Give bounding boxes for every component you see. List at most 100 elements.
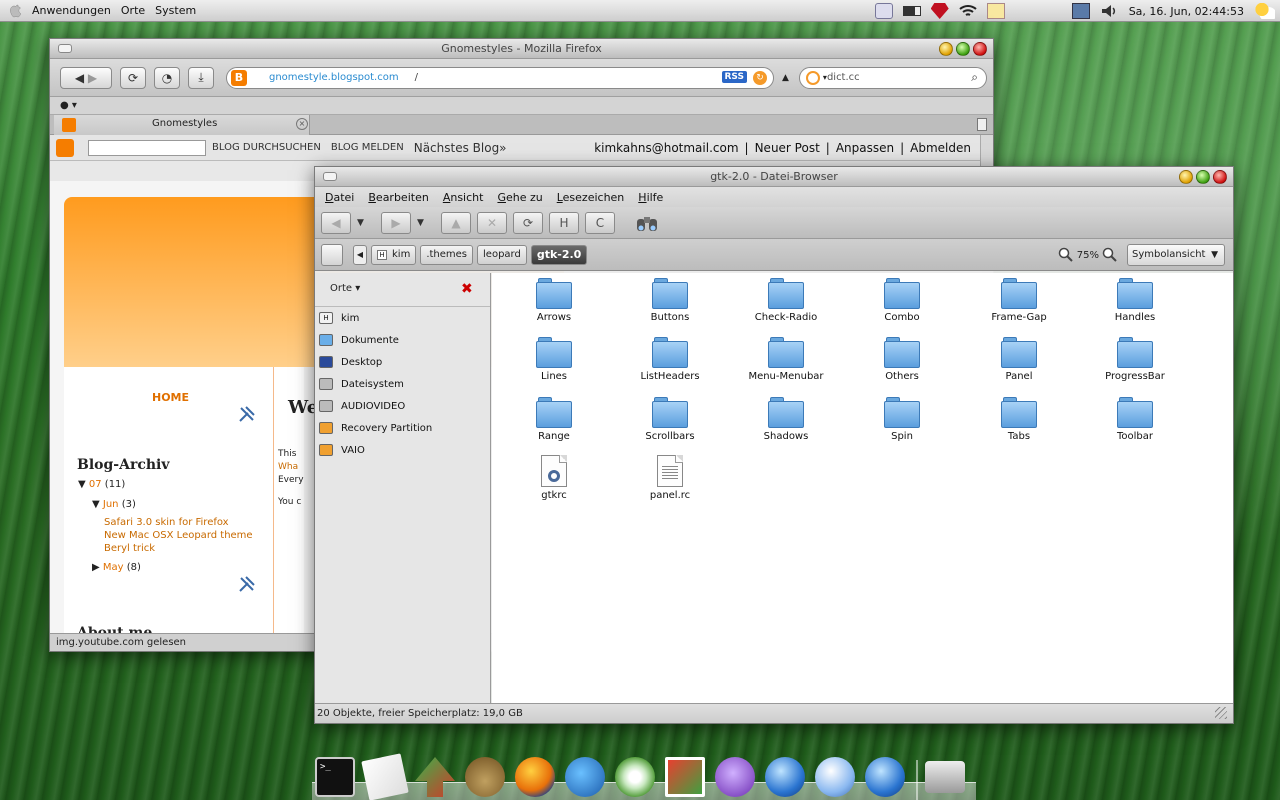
maximize-button[interactable] <box>956 42 970 56</box>
tab-close-icon[interactable]: × <box>296 118 308 130</box>
up-button[interactable]: ▲ <box>441 211 471 234</box>
notes-icon[interactable] <box>986 3 1005 19</box>
wrench-icon[interactable] <box>238 575 256 593</box>
dock-item-messenger[interactable] <box>562 754 608 800</box>
menu-bookmarks[interactable]: Lesezeichen <box>557 191 625 204</box>
network-icon[interactable] <box>1071 3 1090 19</box>
firefox-titlebar[interactable]: Gnomestyles - Mozilla Firefox <box>50 39 993 59</box>
minimize-button[interactable] <box>939 42 953 56</box>
sign-out-link[interactable]: Abmelden <box>910 141 971 155</box>
folder-item[interactable]: ProgressBar <box>1080 336 1190 382</box>
reload-button[interactable]: ⟳ <box>120 66 146 89</box>
window-menu-button[interactable] <box>58 44 72 53</box>
url-text[interactable]: gnomestyle.blogspot.com <box>269 72 399 83</box>
folder-item[interactable]: Panel <box>964 336 1074 382</box>
folder-item[interactable]: Range <box>499 396 609 442</box>
folder-item[interactable]: Menu-Menubar <box>731 336 841 382</box>
breadcrumb-kim[interactable]: Hkim <box>371 244 417 265</box>
file-item[interactable]: panel.rc <box>615 455 725 501</box>
folder-item[interactable]: ListHeaders <box>615 336 725 382</box>
folder-item[interactable]: Combo <box>847 277 957 323</box>
next-blog-link[interactable]: Nächstes Blog» <box>414 141 507 155</box>
search-box[interactable]: ▾ dict.cc ⌕ <box>798 66 987 89</box>
zoom-out-icon[interactable] <box>1058 247 1074 263</box>
path-left-arrow-icon[interactable]: ◀ <box>353 244 367 265</box>
clipboard-icon[interactable] <box>874 3 893 19</box>
breadcrumb-gtk-2-0[interactable]: gtk-2.0 <box>530 244 588 265</box>
search-icon[interactable]: ⌕ <box>971 70 978 85</box>
sidebar-item-dokumente[interactable]: Dokumente <box>315 329 490 351</box>
sidebar-item-recovery[interactable]: Recovery Partition <box>315 417 490 439</box>
post-link[interactable]: New Mac OSX Leopard theme <box>104 530 253 541</box>
menu-view[interactable]: Ansicht <box>443 191 484 204</box>
file-item[interactable]: gtkrc <box>499 455 609 501</box>
menu-system[interactable]: System <box>155 4 196 17</box>
close-sidebar-icon[interactable]: ✖ <box>461 281 473 297</box>
folder-item[interactable]: Frame-Gap <box>964 277 1074 323</box>
menu-file[interactable]: Datei <box>325 191 354 204</box>
sidebar-item-audiovideo[interactable]: AUDIOVIDEO <box>315 395 490 417</box>
folder-item[interactable]: Handles <box>1080 277 1190 323</box>
search-input[interactable]: dict.cc <box>827 72 860 83</box>
menu-edit[interactable]: Bearbeiten <box>368 191 428 204</box>
back-button[interactable]: ◀ <box>321 211 351 234</box>
wrench-icon[interactable] <box>238 405 256 423</box>
archive-year-row[interactable]: ▼ 07 (11) <box>78 479 125 490</box>
reload-button[interactable]: ⟳ <box>513 211 543 234</box>
menu-applications[interactable]: Anwendungen <box>32 4 111 17</box>
resize-grip-icon[interactable] <box>1215 707 1227 719</box>
battery-icon[interactable] <box>902 6 921 16</box>
folder-item[interactable]: Toolbar <box>1080 396 1190 442</box>
dock-item-music-player[interactable] <box>612 754 658 800</box>
window-menu-button[interactable] <box>323 172 337 181</box>
archive-month-row[interactable]: ▼ Jun (3) <box>92 499 136 510</box>
dock-item-gimp[interactable] <box>462 754 508 800</box>
dock-item-hard-drive[interactable] <box>922 754 968 800</box>
post-link[interactable]: Safari 3.0 skin for Firefox <box>104 517 229 528</box>
folder-item[interactable]: Check-Radio <box>731 277 841 323</box>
dock-item-text-editor[interactable] <box>361 753 409 800</box>
volume-icon[interactable] <box>1100 3 1118 19</box>
zoom-in-icon[interactable] <box>1102 247 1118 263</box>
apple-bookmark-icon[interactable]: ● ▾ <box>60 100 77 111</box>
tab-gnomestyles[interactable]: Gnomestyles × <box>54 115 310 135</box>
sidebar-item-filesystem[interactable]: Dateisystem <box>315 373 490 395</box>
dock-item-update-manager[interactable] <box>412 754 458 800</box>
menu-places[interactable]: Orte <box>121 4 145 17</box>
report-blog-button[interactable]: BLOG MELDEN <box>331 142 404 153</box>
sidebar-item-kim[interactable]: Hkim <box>315 307 490 329</box>
back-history-dropdown-icon[interactable]: ▼ <box>357 218 371 228</box>
file-browser-titlebar[interactable]: gtk-2.0 - Datei-Browser <box>315 167 1233 187</box>
dock-item-photo[interactable] <box>662 754 708 800</box>
breadcrumb-leopard[interactable]: leopard <box>477 244 527 265</box>
dock-item-purple-app[interactable] <box>712 754 758 800</box>
back-arrow-icon[interactable]: ◀ <box>75 71 84 85</box>
dock-item-terminal[interactable]: >_ <box>312 754 358 800</box>
tab-list-icon[interactable] <box>977 118 987 131</box>
clock[interactable]: Sa, 16. Jun, 02:44:53 <box>1129 5 1244 18</box>
sidebar-item-vaio[interactable]: VAIO <box>315 439 490 461</box>
forward-history-dropdown-icon[interactable]: ▼ <box>417 218 431 228</box>
folder-item[interactable]: Tabs <box>964 396 1074 442</box>
dock-item-network-globe[interactable] <box>862 754 908 800</box>
forward-button[interactable]: ▶ <box>381 211 411 234</box>
view-mode-select[interactable]: Symbolansicht ▼ <box>1127 244 1225 266</box>
close-button[interactable] <box>1213 170 1227 184</box>
post-snippet[interactable]: Wha <box>278 462 298 472</box>
dictcc-logo-icon[interactable] <box>805 70 820 85</box>
forward-arrow-icon[interactable]: ▶ <box>88 71 97 85</box>
home-button[interactable]: H <box>549 211 579 234</box>
dock-item-firefox[interactable] <box>512 754 558 800</box>
go-icon[interactable]: ↻ <box>753 70 767 85</box>
sidebar-item-desktop[interactable]: Desktop <box>315 351 490 373</box>
dock-item-finder[interactable] <box>812 754 858 800</box>
home-link[interactable]: HOME <box>152 391 189 404</box>
ruby-icon[interactable] <box>930 3 949 19</box>
menu-go[interactable]: Gehe zu <box>497 191 542 204</box>
post-link[interactable]: Beryl trick <box>104 543 155 554</box>
wifi-icon[interactable] <box>959 3 977 19</box>
folder-item[interactable]: Scrollbars <box>615 396 725 442</box>
edit-location-icon[interactable] <box>321 243 343 266</box>
home-button[interactable]: ⤓ <box>188 66 214 89</box>
archive-month-row[interactable]: ▶ May (8) <box>92 562 141 573</box>
